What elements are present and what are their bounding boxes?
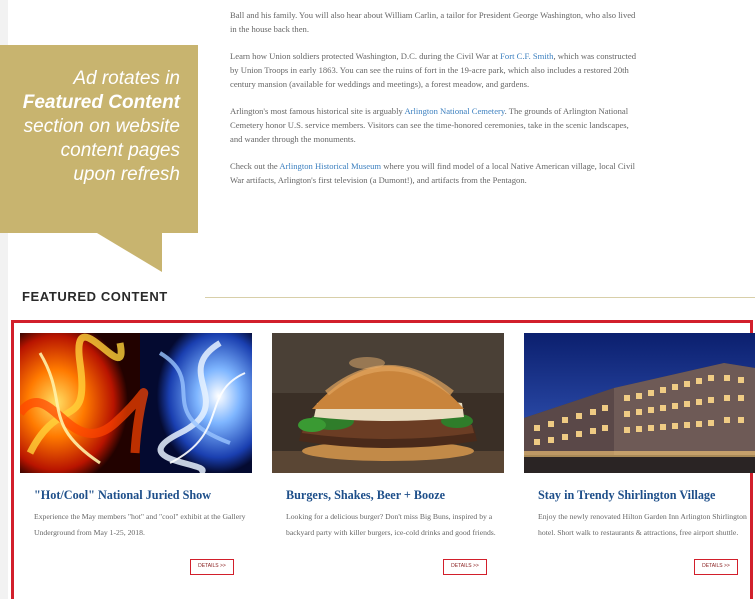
callout-text: Ad rotates in Featured Content section o… — [0, 67, 180, 187]
article-text: Learn how Union soldiers protected Washi… — [230, 51, 501, 61]
fire-ice-art-image[interactable] — [20, 333, 252, 473]
callout-pointer — [92, 230, 162, 272]
card-description: Experience the May members "hot" and "co… — [34, 512, 246, 537]
card-title[interactable]: Stay in Trendy Shirlington Village — [538, 488, 753, 503]
article-paragraph: Learn how Union soldiers protected Washi… — [230, 49, 640, 91]
article-paragraph: Ball and his family. You will also hear … — [230, 10, 636, 34]
article-text: Arlington's most famous historical site … — [230, 106, 405, 116]
callout-box: Ad rotates in Featured Content section o… — [0, 45, 198, 233]
historical-museum-link[interactable]: Arlington Historical Museum — [279, 161, 381, 171]
burger-photo-image[interactable] — [272, 333, 504, 473]
featured-card-burgers[interactable]: Burgers, Shakes, Beer + Booze Looking fo… — [272, 333, 504, 593]
article-text: Check out the — [230, 161, 280, 171]
featured-card-shirlington[interactable]: Stay in Trendy Shirlington Village Enjoy… — [524, 333, 755, 593]
fort-cf-smith-link[interactable]: Fort C.F. Smith — [500, 51, 553, 61]
details-button[interactable]: DETAILS >> — [190, 559, 234, 575]
article-paragraph: Check out the Arlington Historical Museu… — [230, 159, 640, 187]
featured-content-heading: FEATURED CONTENT — [22, 289, 168, 304]
arlington-cemetery-link[interactable]: Arlington National Cemetery — [404, 106, 504, 116]
card-description: Enjoy the newly renovated Hilton Garden … — [538, 512, 747, 537]
burger-graphic — [272, 333, 504, 473]
hotel-building-graphic — [524, 333, 755, 473]
featured-card-hot-cool[interactable]: "Hot/Cool" National Juried Show Experien… — [20, 333, 252, 593]
card-description: Looking for a delicious burger? Don't mi… — [286, 512, 496, 537]
fire-ice-art-graphic — [20, 333, 252, 473]
heading-divider — [205, 297, 755, 298]
callout-line: section on website — [23, 116, 180, 137]
article-body: Ball and his family. You will also hear … — [230, 8, 640, 200]
callout-line: Ad rotates in — [73, 68, 180, 89]
callout-line: content pages — [60, 140, 180, 161]
article-paragraph: Arlington's most famous historical site … — [230, 104, 640, 146]
details-button[interactable]: DETAILS >> — [443, 559, 487, 575]
card-title[interactable]: "Hot/Cool" National Juried Show — [34, 488, 249, 503]
details-button[interactable]: DETAILS >> — [694, 559, 738, 575]
callout-line-bold: Featured Content — [22, 92, 180, 113]
card-title[interactable]: Burgers, Shakes, Beer + Booze — [286, 488, 501, 503]
callout-line: upon refresh — [73, 164, 180, 185]
hotel-photo-image[interactable] — [524, 333, 755, 473]
